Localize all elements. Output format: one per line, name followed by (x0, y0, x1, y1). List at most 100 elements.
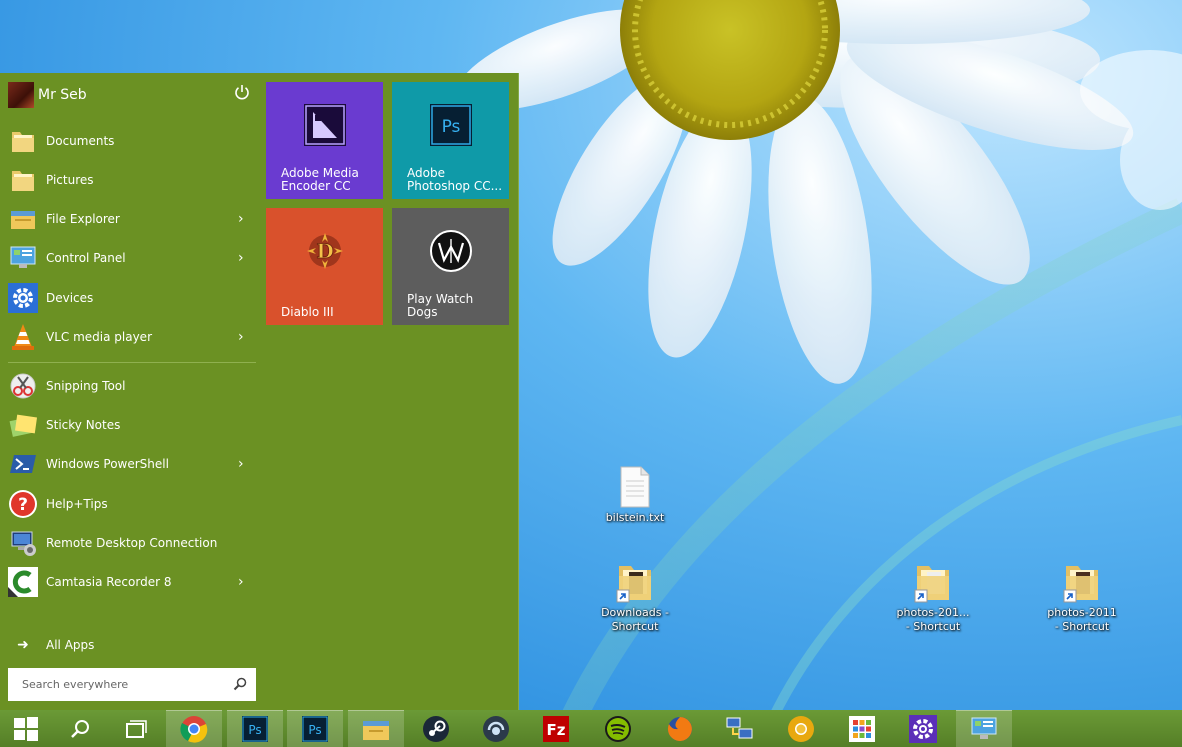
tile-adobe-media-encoder[interactable]: Adobe Media Encoder CC (266, 82, 383, 199)
search-icon (71, 719, 89, 738)
chrome-icon (180, 716, 208, 743)
search-icon[interactable] (233, 677, 247, 691)
remote-desktop-icon (8, 528, 38, 558)
watch-dogs-icon (430, 230, 472, 272)
taskbar-chrome-canary-button[interactable] (773, 710, 829, 747)
photoshop-icon: Ps (430, 104, 472, 146)
file-explorer-icon (8, 204, 38, 234)
svg-text:Ps: Ps (308, 723, 321, 737)
network-icon (726, 717, 753, 738)
apps-grid-icon (849, 715, 875, 742)
all-apps-button[interactable]: ➜ All Apps (8, 635, 208, 655)
menu-item-help-tips[interactable]: ? Help+Tips (0, 485, 258, 523)
arrow-right-icon: ➜ (17, 637, 29, 653)
svg-text:Ps: Ps (248, 723, 261, 737)
taskbar: Ps Ps Fz (0, 710, 1182, 747)
text-file-icon (615, 465, 655, 509)
taskbar-control-panel-button[interactable] (956, 710, 1012, 747)
taskbar-task-view-button[interactable] (108, 710, 164, 747)
taskbar-apps-button[interactable] (834, 710, 890, 747)
chevron-right-icon[interactable]: › (238, 575, 248, 589)
filezilla-icon: Fz (543, 715, 569, 742)
menu-item-snipping-tool[interactable]: Snipping Tool (0, 367, 258, 405)
folder-icon (8, 126, 38, 156)
taskbar-teamspeak-button[interactable] (468, 710, 524, 747)
sticky-notes-icon (8, 410, 38, 440)
firefox-icon (667, 716, 692, 741)
taskbar-photoshop-button-2[interactable]: Ps (287, 710, 343, 747)
desktop[interactable]: Mr Seb Documents Pictures File Explorer … (0, 0, 1182, 747)
tile-adobe-photoshop[interactable]: Ps Adobe Photoshop CC... (392, 82, 509, 199)
camtasia-icon (8, 567, 38, 597)
folder-shortcut-icon (913, 560, 953, 604)
menu-separator (8, 362, 256, 363)
start-menu: Mr Seb Documents Pictures File Explorer … (0, 73, 519, 710)
spotify-icon (605, 715, 631, 742)
chevron-right-icon[interactable]: › (238, 212, 248, 226)
file-explorer-icon (363, 721, 389, 740)
folder-shortcut-icon (1062, 560, 1102, 604)
svg-text:D: D (316, 239, 333, 263)
menu-item-control-panel[interactable]: Control Panel › (0, 239, 258, 277)
desktop-icon-photos-shortcut[interactable]: photos-201... - Shortcut (888, 560, 978, 634)
desktop-icon-bilstein[interactable]: bilstein.txt (590, 465, 680, 525)
taskbar-chrome-button[interactable] (166, 710, 222, 747)
power-icon (235, 85, 249, 100)
taskbar-firefox-button[interactable] (652, 710, 708, 747)
menu-item-devices[interactable]: Devices (0, 279, 258, 317)
menu-item-remote-desktop[interactable]: Remote Desktop Connection (0, 524, 258, 562)
menu-item-sticky-notes[interactable]: Sticky Notes (0, 406, 258, 444)
taskbar-search-button[interactable] (52, 710, 108, 747)
control-panel-icon (8, 243, 38, 273)
menu-item-documents[interactable]: Documents (0, 122, 258, 160)
taskbar-steam-button[interactable] (408, 710, 464, 747)
chevron-right-icon[interactable]: › (238, 251, 248, 265)
tile-label: Diablo III (281, 305, 334, 319)
avatar (8, 82, 34, 108)
photoshop-icon: Ps (242, 716, 268, 742)
powershell-icon (8, 449, 38, 479)
menu-item-file-explorer[interactable]: File Explorer › (0, 200, 258, 238)
folder-icon (8, 165, 38, 195)
menu-item-pictures[interactable]: Pictures (0, 161, 258, 199)
menu-item-powershell[interactable]: Windows PowerShell › (0, 445, 258, 483)
tile-label: Play Watch Dogs (407, 292, 474, 319)
control-panel-icon (971, 717, 997, 739)
user-name: Mr Seb (38, 87, 87, 103)
media-encoder-icon (304, 104, 346, 146)
teamspeak-icon (483, 715, 509, 742)
tile-label: Photoshop CC... (407, 179, 503, 193)
svg-text:?: ? (18, 495, 28, 515)
photoshop-icon: Ps (302, 716, 328, 742)
desktop-icon-downloads-shortcut[interactable]: Downloads - Shortcut (590, 560, 680, 634)
menu-item-vlc[interactable]: VLC media player › (0, 318, 258, 356)
gear-icon (909, 714, 937, 743)
folder-shortcut-icon (615, 560, 655, 604)
chevron-right-icon[interactable]: › (238, 457, 248, 471)
taskbar-spotify-button[interactable] (590, 710, 646, 747)
menu-item-camtasia[interactable]: Camtasia Recorder 8 › (0, 563, 258, 601)
windows-start-icon (14, 716, 38, 741)
scissors-icon (8, 371, 38, 401)
steam-icon (423, 715, 449, 742)
taskbar-filezilla-button[interactable]: Fz (528, 710, 584, 747)
tile-watch-dogs[interactable]: Play Watch Dogs (392, 208, 509, 325)
taskbar-settings-button[interactable] (895, 710, 951, 747)
taskbar-photoshop-button[interactable]: Ps (227, 710, 283, 747)
taskbar-file-explorer-button[interactable] (348, 710, 404, 747)
desktop-icon-photos-2011-shortcut[interactable]: photos-2011 - Shortcut (1037, 560, 1127, 634)
user-account[interactable]: Mr Seb (8, 82, 254, 108)
search-box[interactable] (8, 668, 256, 701)
taskbar-start-button[interactable] (0, 710, 52, 747)
search-input[interactable] (20, 677, 224, 692)
help-icon: ? (8, 489, 38, 519)
chrome-canary-icon (788, 715, 814, 742)
tile-diablo-iii[interactable]: D Diablo III (266, 208, 383, 325)
gear-icon (8, 283, 38, 313)
taskbar-network-button[interactable] (712, 710, 768, 747)
chevron-right-icon[interactable]: › (238, 330, 248, 344)
svg-text:Ps: Ps (442, 117, 461, 137)
svg-text:Fz: Fz (547, 721, 566, 739)
power-button[interactable] (232, 82, 252, 102)
diablo-icon: D (307, 233, 343, 269)
